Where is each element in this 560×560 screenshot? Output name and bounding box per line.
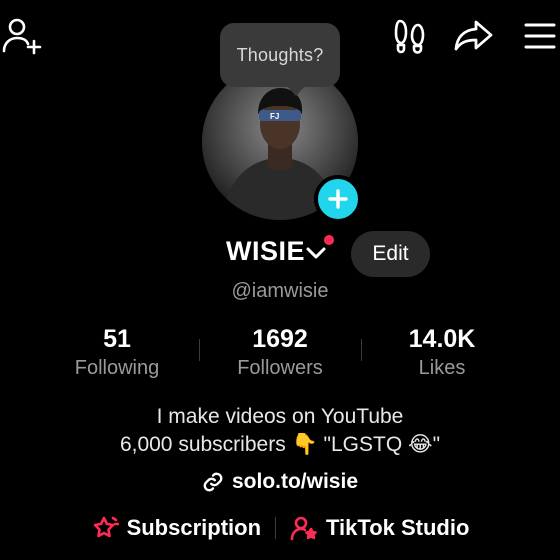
- stat-followers[interactable]: 1692 Followers: [205, 323, 355, 381]
- footprints-icon: [391, 17, 429, 55]
- account-switch-chevron[interactable]: [305, 245, 327, 261]
- tiktok-studio-label: TikTok Studio: [326, 515, 470, 540]
- display-name: WISIE: [226, 236, 306, 266]
- stat-label: Likes: [418, 357, 466, 379]
- thoughts-tooltip[interactable]: Thoughts?: [220, 23, 340, 87]
- subscription-label: Subscription: [126, 515, 262, 540]
- stat-label: Followers: [237, 357, 323, 379]
- stat-divider: [199, 339, 200, 361]
- subscription-star-icon: [91, 515, 119, 541]
- username-handle: @iamwisie: [0, 280, 560, 303]
- add-story-button[interactable]: [314, 175, 362, 223]
- menu-icon: [523, 21, 557, 51]
- handle-text: @iamwisie: [231, 280, 329, 302]
- profile-shortcuts: Subscription TikTok Studio: [0, 515, 560, 541]
- stat-value: 14.0K: [408, 325, 476, 353]
- stat-likes[interactable]: 14.0K Likes: [367, 323, 517, 381]
- plus-icon: [327, 188, 349, 210]
- add-friend-icon: [1, 15, 43, 57]
- stat-following[interactable]: 51 Following: [42, 323, 192, 381]
- stat-value: 51: [103, 325, 131, 353]
- subscription-button[interactable]: Subscription: [91, 515, 261, 541]
- edit-profile-button[interactable]: Edit: [351, 231, 430, 277]
- stat-divider: [361, 339, 362, 361]
- creator-star-icon: [290, 515, 318, 541]
- bio-quote: "LGSTQ: [323, 433, 403, 456]
- tooltip-tail: [287, 86, 305, 96]
- bio-text: 6,000 subscribers: [119, 433, 286, 456]
- laughing-emoji: 😂: [408, 433, 433, 456]
- link-text: solo.to/wisie: [231, 470, 359, 493]
- stat-label: Following: [74, 357, 160, 379]
- notification-dot: [324, 235, 334, 245]
- share-icon: [454, 18, 494, 54]
- bio-quote-end: ": [432, 433, 441, 456]
- share-button[interactable]: [452, 14, 496, 58]
- footprints-button[interactable]: [388, 14, 432, 58]
- tooltip-text: Thoughts?: [236, 44, 324, 65]
- profile-link[interactable]: solo.to/wisie: [0, 470, 560, 494]
- stat-value: 1692: [252, 325, 308, 353]
- svg-text:FJ: FJ: [270, 112, 279, 121]
- menu-button[interactable]: [518, 14, 560, 58]
- pointing-down-emoji: 👇: [291, 433, 318, 456]
- add-friend-button[interactable]: [0, 14, 44, 58]
- bottom-divider: [275, 517, 277, 539]
- tiktok-studio-button[interactable]: TikTok Studio: [290, 515, 469, 541]
- bio-line-1: I make videos on YouTube: [156, 405, 404, 428]
- chevron-down-icon: [305, 245, 327, 261]
- link-icon: [202, 471, 224, 493]
- bio-line-2: 6,000 subscribers 👇 "LGSTQ 😂": [0, 431, 560, 459]
